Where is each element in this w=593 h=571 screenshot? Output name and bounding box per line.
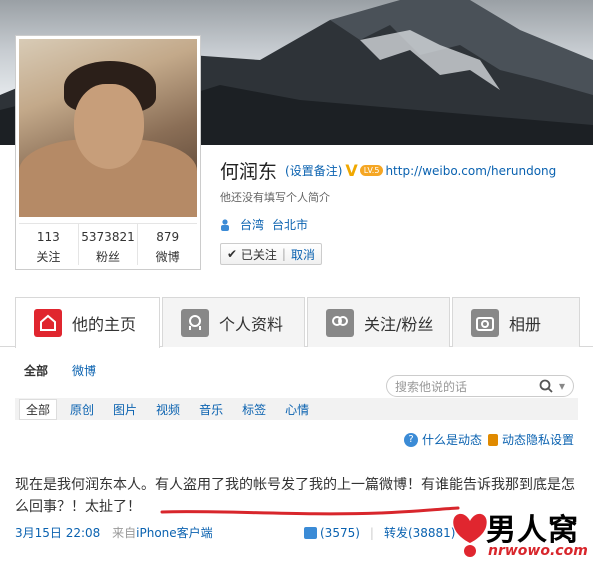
tab-profile[interactable]: 个人资料 [162,297,305,347]
followed-label: 已关注 [240,247,277,262]
heart-logo-icon [453,513,487,557]
tab-label: 关注/粉丝 [364,314,434,334]
what-is-feed-link[interactable]: 什么是动态 [422,431,482,448]
location-row: 台湾 台北市 [220,216,316,233]
profile-intro: 他还没有填写个人简介 [220,191,330,204]
chevron-down-icon[interactable]: ▾ [559,379,565,393]
source-link[interactable]: iPhone客户端 [136,526,213,540]
subnav-all[interactable]: 全部 [24,362,48,379]
location-city-link[interactable]: 台北市 [272,216,308,233]
avatar[interactable] [19,39,197,217]
profile-name: 何润东 [220,161,278,183]
filter-tags[interactable]: 标签 [242,401,266,418]
watermark-domain: nrwowo.com [488,543,588,559]
filter-images[interactable]: 图片 [113,401,137,418]
search-icon[interactable] [539,379,553,393]
feed-subnav: 全部 微博 [24,362,120,379]
post-meta: 3月15日 22:08 来自iPhone客户端 [15,524,213,541]
profile-stats: 113 关注 5373821 粉丝 879 微博 [19,223,197,265]
filter-all[interactable]: 全部 [19,398,58,420]
filter-mood[interactable]: 心情 [285,401,309,418]
verified-icon[interactable]: V [345,161,357,180]
stat-value: 5373821 [81,230,135,244]
avatar-card: 113 关注 5373821 粉丝 879 微博 [15,35,201,270]
profile-url-link[interactable]: http://weibo.com/herundong [385,164,556,178]
tab-label: 相册 [509,314,542,334]
watermark-logo: 男人窝 nrwowo.com [448,505,588,567]
profile-tabs: 他的主页 个人资料 关注/粉丝 相册 [0,297,593,348]
tab-album[interactable]: 相册 [452,297,580,347]
stat-weibo[interactable]: 879 微博 [138,224,197,265]
stat-following[interactable]: 113 关注 [19,224,79,265]
filter-original[interactable]: 原创 [70,401,94,418]
location-region-link[interactable]: 台湾 [240,216,264,233]
tab-follow-fans[interactable]: 关注/粉丝 [307,297,450,347]
camera-icon [471,308,499,337]
search-input[interactable]: 搜索他说的话 ▾ [386,375,574,397]
person-icon [221,218,229,231]
filter-music[interactable]: 音乐 [199,401,223,418]
profile-header: 何润东 (设置备注) V LV.5 http://weibo.com/herun… [220,157,556,184]
stat-label: 粉丝 [96,250,121,264]
post-source: 来自iPhone客户端 [112,526,213,540]
like-button[interactable]: (3575) [320,526,360,540]
level-badge[interactable]: LV.5 [359,165,384,176]
like-icon[interactable] [304,526,317,539]
filter-bar: 全部 原创 图片 视频 音乐 标签 心情 [15,398,578,420]
help-row: ? 什么是动态 动态隐私设置 [403,431,574,448]
question-icon: ? [403,432,418,447]
stat-value: 879 [156,230,180,244]
stat-value: 113 [36,230,60,244]
profile-icon [181,308,209,337]
divider: | [369,525,374,540]
stat-label: 关注 [36,250,61,264]
lock-icon [487,433,498,446]
stat-fans[interactable]: 5373821 粉丝 [79,224,139,265]
unfollow-button[interactable]: 取消 [291,246,315,263]
tab-home[interactable]: 他的主页 [15,297,160,348]
repost-button[interactable]: 转发(38881) [384,524,456,541]
subnav-weibo[interactable]: 微博 [72,362,96,379]
home-icon [34,309,62,337]
divider: | [281,247,286,261]
follow-icon [326,308,354,337]
annotation-underline [160,506,460,516]
filter-video[interactable]: 视频 [156,401,180,418]
source-prefix: 来自 [112,526,137,540]
tab-label: 他的主页 [72,315,137,334]
tab-label: 个人资料 [219,314,284,334]
stat-label: 微博 [155,250,180,264]
check-icon: ✔ [227,247,241,261]
privacy-settings-link[interactable]: 动态隐私设置 [502,431,574,448]
search-placeholder: 搜索他说的话 [395,379,468,394]
follow-status-button: ✔ 已关注 | 取消 [220,243,322,265]
set-remark-link[interactable]: (设置备注) [285,162,342,179]
post-actions: (3575) | 转发(38881) [304,524,456,541]
post-time-link[interactable]: 3月15日 22:08 [15,526,100,540]
